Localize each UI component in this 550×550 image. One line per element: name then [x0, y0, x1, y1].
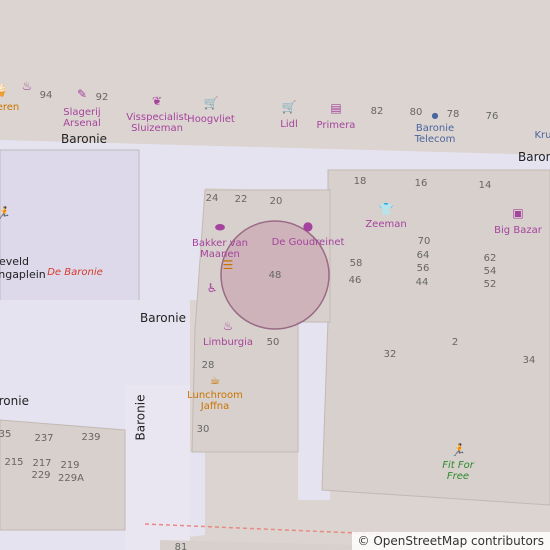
house-number: 35: [0, 429, 12, 440]
map-view[interactable]: Baronie Baronie Baronie Baronie Baronie …: [0, 0, 550, 550]
poi-label: Slagerij Arsenal: [63, 107, 101, 129]
house-number: 215: [4, 457, 24, 468]
house-number: 54: [483, 266, 497, 277]
house-number: 22: [234, 194, 248, 205]
house-number: 24: [205, 193, 219, 204]
house-number: 48: [268, 270, 282, 281]
cake-icon[interactable]: ♨: [223, 320, 234, 332]
shopping-cart-icon[interactable]: 🛒: [282, 101, 297, 113]
house-number: 239: [81, 432, 101, 443]
house-number: 62: [483, 253, 497, 264]
street-label: Baronie: [140, 311, 186, 325]
cake-icon[interactable]: ♨: [22, 80, 33, 92]
house-number: 82: [370, 106, 384, 117]
butcher-knife-icon[interactable]: ✎: [77, 88, 87, 100]
house-number: 92: [95, 92, 109, 103]
poi-label: Visspecialist Sluizeman: [126, 112, 188, 134]
poi-label: Lunchroom Jaffna: [187, 390, 243, 412]
house-number: 70: [417, 236, 431, 247]
house-number: 34: [522, 355, 536, 366]
bicycle-shop-icon[interactable]: ♿: [207, 282, 218, 294]
fast-food-icon[interactable]: ☰: [223, 259, 234, 271]
place-label: eveld: [0, 255, 30, 268]
poi-label: De Goudreinet: [271, 237, 345, 248]
house-number: 80: [409, 107, 423, 118]
house-number: 76: [485, 111, 499, 122]
house-number: 58: [349, 258, 363, 269]
shirt-icon[interactable]: 👕: [379, 203, 394, 215]
house-number: 16: [414, 178, 428, 189]
house-number: 219: [60, 460, 80, 471]
house-number: 14: [478, 180, 492, 191]
coffee-cup-icon[interactable]: ☕: [210, 374, 221, 386]
poi-label: Lidl: [280, 119, 298, 130]
ice-cream-icon[interactable]: 🍦: [0, 84, 9, 96]
attribution-text[interactable]: © OpenStreetMap contributors: [358, 534, 544, 548]
house-number: 64: [416, 250, 430, 261]
house-number: 2: [451, 337, 459, 348]
house-number: 94: [39, 90, 53, 101]
shopping-cart-icon[interactable]: 🛒: [204, 97, 219, 109]
house-number: 229: [31, 470, 51, 481]
house-number: 32: [383, 349, 397, 360]
poi-label: Fit For Free: [442, 460, 474, 482]
street-label: Baronie: [0, 394, 29, 408]
house-number: 237: [34, 433, 54, 444]
newspaper-icon[interactable]: ▤: [330, 102, 341, 114]
house-number: 56: [416, 263, 430, 274]
house-number: 30: [196, 424, 210, 435]
poi-label: Kru: [534, 130, 550, 141]
building-block-east: [321, 169, 550, 506]
house-number: 217: [32, 458, 52, 469]
fitness-icon[interactable]: 🏃: [0, 207, 10, 219]
house-number: 18: [353, 176, 367, 187]
house-number: 81: [174, 542, 188, 550]
house-number: 78: [446, 109, 460, 120]
poi-label: Primera: [316, 120, 356, 131]
house-number: 20: [269, 196, 283, 207]
department-store-icon[interactable]: ▣: [512, 207, 523, 219]
bread-icon[interactable]: ⬬: [215, 221, 225, 233]
street-label: Baronie: [61, 132, 107, 146]
house-number: 229A: [58, 473, 84, 484]
apple-icon[interactable]: ●: [303, 220, 313, 232]
poi-label: Limburgia: [203, 337, 253, 348]
fish-icon[interactable]: ❦: [152, 95, 162, 107]
house-number: 46: [348, 275, 362, 286]
poi-label: Zeeman: [365, 219, 407, 230]
house-number: 28: [201, 360, 215, 371]
poi-label: Big Bazar: [494, 225, 542, 236]
poi-label: Bakker van Maanen: [191, 238, 249, 260]
poi-label: Baronie Telecom: [414, 123, 456, 145]
street-label: Baronie: [518, 150, 550, 164]
poi-label: eren: [0, 102, 20, 113]
house-number: 50: [266, 337, 280, 348]
place-label: ngaplein: [0, 268, 46, 281]
poi-label: Hoogvliet: [187, 114, 235, 125]
map-attribution[interactable]: © OpenStreetMap contributors: [351, 532, 550, 550]
house-number: 52: [483, 279, 497, 290]
dot-icon[interactable]: ●: [432, 110, 439, 122]
house-number: 44: [415, 277, 429, 288]
fitness-icon[interactable]: 🏃: [451, 444, 466, 456]
street-label-vertical: Baronie: [133, 394, 148, 441]
poi-label: De Baronie: [47, 267, 103, 278]
